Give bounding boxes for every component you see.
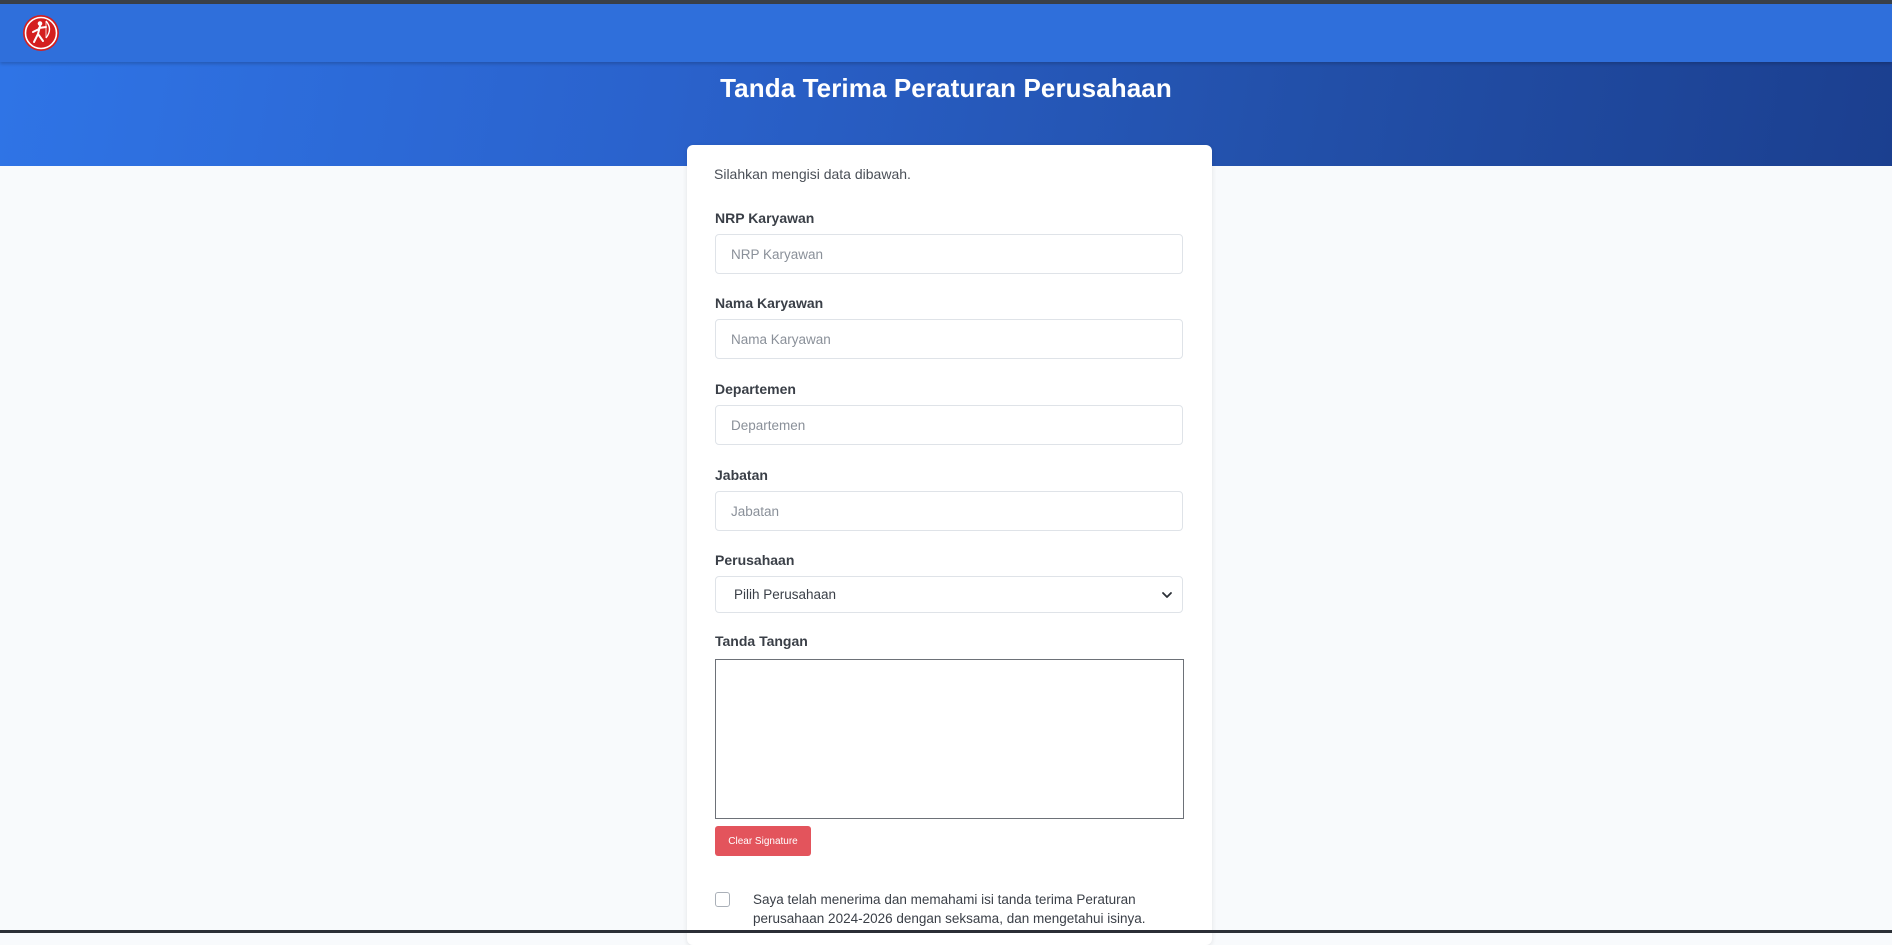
page-title: Tanda Terima Peraturan Perusahaan bbox=[720, 73, 1172, 103]
jabatan-input[interactable] bbox=[715, 491, 1183, 531]
perusahaan-label: Perusahaan bbox=[715, 552, 795, 568]
nrp-input[interactable] bbox=[715, 234, 1183, 274]
nrp-label: NRP Karyawan bbox=[715, 210, 815, 226]
nama-input[interactable] bbox=[715, 319, 1183, 359]
agreement-checkbox[interactable] bbox=[715, 892, 730, 907]
form-intro: Silahkan mengisi data dibawah. bbox=[714, 166, 911, 182]
departemen-input[interactable] bbox=[715, 405, 1183, 445]
perusahaan-selected-value: Pilih Perusahaan bbox=[734, 587, 837, 602]
agreement-text: Saya telah menerima dan memahami isi tan… bbox=[753, 892, 1146, 926]
nama-label: Nama Karyawan bbox=[715, 295, 824, 311]
form-card: Silahkan mengisi data dibawah. NRP Karya… bbox=[687, 145, 1212, 945]
signature-pad[interactable] bbox=[715, 659, 1184, 819]
clear-signature-button[interactable]: Clear Signature bbox=[715, 826, 811, 856]
archer-logo-icon[interactable] bbox=[22, 14, 60, 52]
navbar bbox=[0, 4, 1892, 62]
jabatan-label: Jabatan bbox=[715, 467, 768, 483]
signature-label: Tanda Tangan bbox=[715, 633, 808, 649]
departemen-label: Departemen bbox=[715, 381, 796, 397]
perusahaan-select[interactable]: Pilih Perusahaan bbox=[715, 576, 1183, 613]
chevron-down-icon bbox=[1161, 589, 1173, 601]
